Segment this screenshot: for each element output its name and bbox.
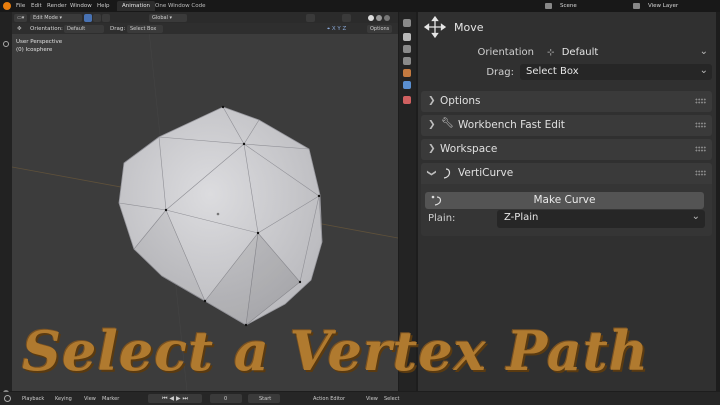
orientation-label: Orientation	[477, 47, 534, 58]
options-dropdown[interactable]: Options	[367, 24, 393, 33]
menu-file[interactable]: File	[16, 3, 25, 9]
tab-one-window-code[interactable]: One Window Code	[150, 1, 210, 11]
panel-verticurve-title: VertiCurve	[458, 167, 514, 179]
start-frame-field[interactable]: Start	[248, 394, 280, 403]
keying-menu[interactable]: Keying	[55, 396, 72, 402]
drag-value: Select Box	[526, 66, 579, 77]
tool-drag-dropdown[interactable]: Select Box	[127, 24, 163, 33]
viewport-perspective-label: User Perspective	[16, 39, 63, 45]
chevron-down-icon: ❯	[425, 169, 436, 177]
transform-orientation-dropdown[interactable]: Global ▾	[149, 13, 187, 22]
drag-handle-icon[interactable]	[695, 146, 706, 152]
top-menu-bar: File Edit Render Window Help Animation O…	[0, 0, 720, 12]
active-tool-title: Move	[454, 21, 484, 34]
output-props-icon[interactable]	[403, 45, 411, 53]
marker-menu[interactable]: Marker	[102, 396, 119, 402]
drag-dropdown[interactable]: Select Box ⌄	[520, 64, 712, 80]
chevron-right-icon: ❯	[428, 120, 436, 130]
tool-orientation-dropdown[interactable]: Default	[64, 24, 104, 33]
drag-handle-icon[interactable]	[695, 170, 706, 176]
chevron-down-icon: ⌄	[691, 211, 700, 222]
panel-workbench-title: Workbench Fast Edit	[458, 119, 565, 131]
viewport-object-label: (0) Icosphere	[16, 47, 53, 53]
curve-icon	[443, 168, 451, 179]
chevron-down-icon: ⌄	[699, 46, 708, 57]
blender-logo-icon[interactable]	[3, 2, 11, 10]
menu-help[interactable]: Help	[97, 3, 110, 9]
view-layer-name[interactable]: View Layer	[648, 3, 678, 9]
menu-render[interactable]: Render	[47, 3, 67, 9]
mode-selector[interactable]: Edit Mode ▾	[30, 13, 82, 22]
select-menu[interactable]: Select	[384, 396, 399, 402]
plain-dropdown[interactable]: Z-Plain ⌄	[497, 210, 705, 228]
overlay-icon[interactable]	[306, 13, 315, 22]
mode-label: Edit Mode	[33, 14, 58, 21]
tool-orientation-value: Default	[67, 25, 86, 32]
face-select-button[interactable]	[102, 13, 110, 22]
tool-drag-value: Select Box	[130, 25, 157, 32]
scene-name[interactable]: Scene	[560, 3, 577, 9]
tool-settings-header: ✥ Orientation: Default Drag: Select Box …	[12, 23, 398, 34]
toolbar-strip	[0, 12, 12, 396]
transform-orientation-label: Global	[152, 14, 168, 21]
shading-solid-icon[interactable]	[368, 15, 374, 21]
move-tool-small-icon: ✥	[17, 26, 22, 32]
orientation-value: Default	[561, 47, 599, 58]
drag-handle-icon[interactable]	[695, 98, 706, 104]
object-props-icon[interactable]	[403, 69, 411, 77]
panel-verticurve[interactable]: ❯ VertiCurve	[421, 163, 712, 184]
playback-menu[interactable]: Playback	[22, 396, 44, 402]
orientation-dropdown[interactable]: ⊹ Default ⌄	[541, 45, 712, 61]
options-label: Options	[370, 25, 390, 32]
shading-rendered-icon[interactable]	[384, 15, 390, 21]
current-frame-field[interactable]: 0	[210, 394, 242, 403]
make-curve-label: Make Curve	[533, 194, 596, 206]
vertex-select-button[interactable]	[84, 13, 92, 22]
scene-icon[interactable]	[545, 3, 552, 9]
drag-label: Drag:	[486, 67, 514, 78]
timeline-header: Playback Keying View Marker ⏮ ◀ ▶ ⏭ 0 St…	[0, 392, 720, 405]
menu-edit[interactable]: Edit	[31, 3, 42, 9]
cursor-tool-icon[interactable]	[3, 41, 9, 47]
texture-props-icon[interactable]	[403, 96, 411, 104]
playback-controls[interactable]: ⏮ ◀ ▶ ⏭	[148, 394, 202, 403]
plain-label: Plain:	[428, 213, 456, 224]
tool-props-icon[interactable]	[403, 19, 411, 27]
tool-drag-label: Drag:	[110, 26, 126, 32]
shading-material-icon[interactable]	[376, 15, 382, 21]
start-frame-label: Start	[259, 396, 272, 402]
view-menu[interactable]: View	[84, 396, 96, 402]
xray-icon[interactable]	[342, 13, 351, 22]
chevron-right-icon: ❯	[428, 144, 436, 154]
render-props-icon[interactable]	[403, 33, 411, 41]
chevron-right-icon: ❯	[428, 96, 436, 106]
caption-overlay-text: Select a Vertex Path	[22, 319, 650, 383]
viewport-header: ▭▾ Edit Mode ▾ Global ▾	[12, 12, 398, 23]
mirror-xyz-icons[interactable]: ⌖ X Y Z	[327, 26, 346, 33]
object-origin	[216, 212, 220, 216]
timeline-editor-icon[interactable]	[4, 395, 11, 402]
modifier-props-icon[interactable]	[403, 81, 411, 89]
panel-options-title: Options	[440, 95, 481, 107]
drag-handle-icon[interactable]	[695, 122, 706, 128]
current-frame-value: 0	[224, 396, 228, 402]
panel-workbench-fast-edit[interactable]: ❯ 🔧︎ Workbench Fast Edit	[421, 115, 712, 136]
view-layer-icon[interactable]	[633, 3, 640, 9]
action-editor-menu[interactable]: Action Editor	[313, 396, 345, 402]
edge-select-button[interactable]	[93, 13, 101, 22]
chevron-down-icon: ⌄	[699, 65, 708, 76]
wrench-icon: 🔧︎	[441, 118, 454, 129]
editor-type-button[interactable]: ▭▾	[14, 13, 28, 22]
make-curve-button[interactable]: Make Curve	[425, 192, 704, 209]
view-layer-props-icon[interactable]	[403, 57, 411, 65]
panel-workspace-title: Workspace	[440, 143, 498, 155]
orientation-axes-icon: ⊹	[547, 48, 555, 58]
panel-options[interactable]: ❯ Options	[421, 91, 712, 112]
menu-window[interactable]: Window	[70, 3, 92, 9]
tool-orientation-label: Orientation:	[30, 26, 63, 32]
view-menu-2[interactable]: View	[366, 396, 378, 402]
move-tool-icon-large	[424, 16, 446, 38]
panel-workspace[interactable]: ❯ Workspace	[421, 139, 712, 160]
plain-value: Z-Plain	[504, 212, 539, 223]
